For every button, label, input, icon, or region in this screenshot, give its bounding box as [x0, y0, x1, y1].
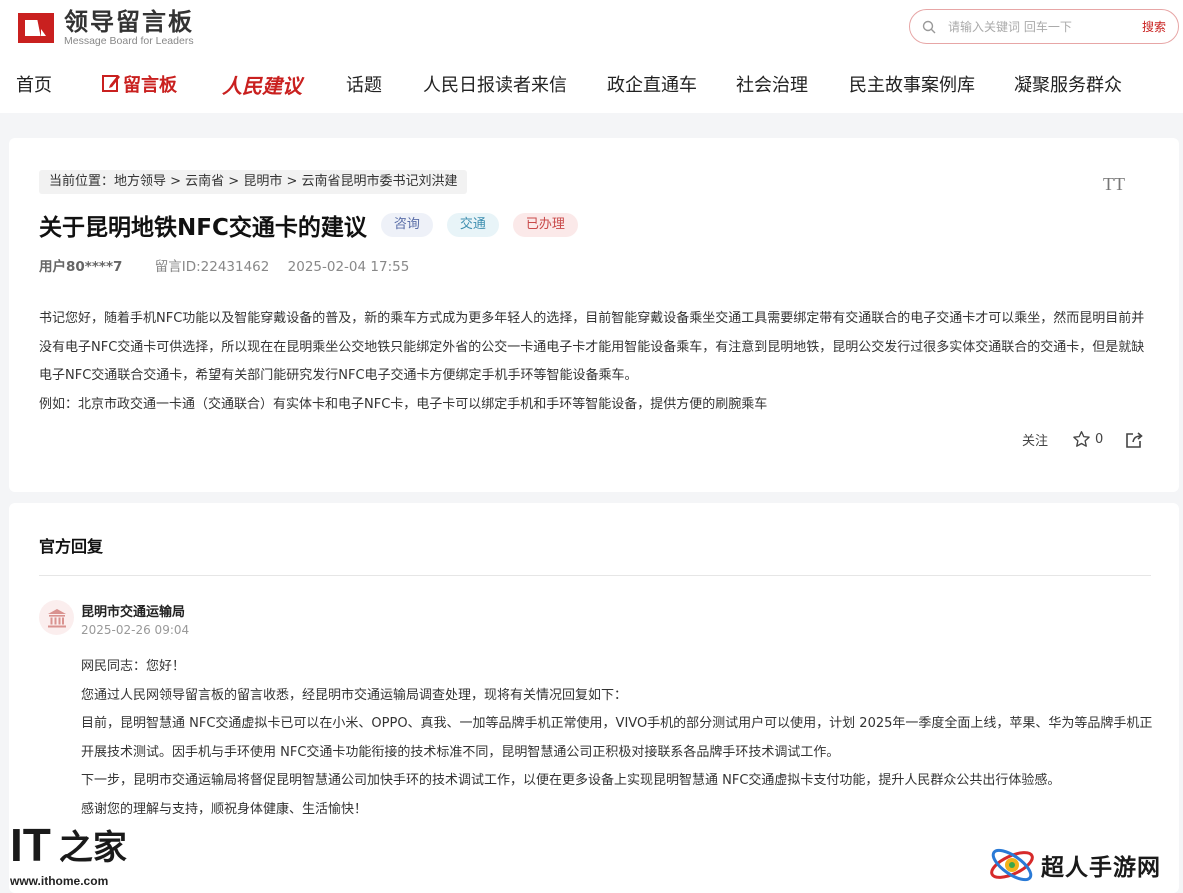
- official-reply-card: 官方回复 昆明市交通运输局 2025-02-26 09:04 网民同志：您好！ …: [9, 503, 1179, 893]
- reply-date: 2025-02-26 09:04: [81, 623, 190, 637]
- nav-item-topics[interactable]: 话题: [346, 66, 382, 106]
- divider: [39, 575, 1151, 576]
- ithome-logo-it: IT: [10, 819, 51, 871]
- nav-item-message-board[interactable]: 留言板: [101, 66, 177, 106]
- status-badge: 已办理: [512, 213, 578, 237]
- government-building-icon: [47, 608, 66, 627]
- reply-department[interactable]: 昆明市交通运输局: [81, 601, 185, 620]
- reply-paragraph: 感谢您的理解与支持，顺祝身体健康、生活愉快！: [81, 801, 368, 817]
- reply-paragraph: 目前，昆明智慧通 NFC交通虚拟卡已可以在小米、OPPO、真我、一加等品牌手机正…: [81, 716, 1153, 760]
- message-actions: 关注 0: [1022, 430, 1144, 449]
- message-datetime: 2025-02-04 17:55: [287, 259, 410, 275]
- nav-item-home[interactable]: 首页: [16, 66, 52, 106]
- reply-heading: 官方回复: [39, 537, 104, 556]
- chaoren-watermark: 超人手游网: [987, 840, 1161, 890]
- message-paragraph: 书记您好，随着手机NFC功能以及智能穿戴设备的普及，新的乘车方式成为更多年轻人的…: [39, 311, 1145, 383]
- message-meta: 用户80****7 留言ID:22431462 2025-02-04 17:55: [39, 255, 409, 275]
- message-id: 留言ID:22431462: [154, 259, 270, 275]
- avatar: [39, 600, 74, 635]
- logo-mark-icon: [16, 9, 56, 47]
- main-nav: 首页 留言板 人民建议 话题 人民日报读者来信 政企直通车 社会治理 民主故事案…: [0, 66, 1183, 106]
- tag-traffic: 交通: [446, 213, 499, 237]
- reply-paragraph: 下一步，昆明市交通运输局将督促昆明智慧通公司加快手环的技术调试工作，以便在更多设…: [81, 773, 1061, 788]
- font-size-button[interactable]: TT: [1103, 174, 1125, 195]
- message-paragraph: 例如：北京市政交通一卡通（交通联合）有实体卡和电子NFC卡，电子卡可以绑定手机和…: [39, 396, 768, 412]
- message-body: 书记您好，随着手机NFC功能以及智能穿戴设备的普及，新的乘车方式成为更多年轻人的…: [39, 305, 1151, 419]
- nav-item-democracy-cases[interactable]: 民主故事案例库: [849, 66, 975, 106]
- chaoren-logo-icon: [990, 848, 1034, 882]
- nav-item-message-board-label: 留言板: [123, 75, 177, 96]
- nav-item-social-governance[interactable]: 社会治理: [736, 66, 808, 106]
- follow-button[interactable]: 关注: [1022, 430, 1048, 449]
- top-header: 领导留言板 Message Board for Leaders 搜索 首页 留言…: [0, 0, 1183, 113]
- breadcrumb[interactable]: 当前位置：地方领导 > 云南省 > 昆明市 > 云南省昆明市委书记刘洪建: [39, 170, 468, 194]
- edit-icon: [102, 75, 120, 92]
- nav-item-business-express[interactable]: 政企直通车: [607, 66, 697, 106]
- reply-paragraph: 您通过人民网领导留言板的留言收悉，经昆明市交通运输局调查处理，现将有关情况回复如…: [81, 687, 628, 703]
- ithome-url: www.ithome.com: [10, 874, 109, 888]
- share-icon[interactable]: [1125, 431, 1144, 449]
- nav-item-people-suggestion[interactable]: 人民建议: [222, 66, 302, 106]
- ithome-watermark: IT 之家 www.ithome.com: [10, 818, 140, 893]
- site-logo[interactable]: 领导留言板 Message Board for Leaders: [16, 9, 194, 47]
- ithome-logo-home: 之家: [58, 828, 127, 868]
- reply-paragraph: 网民同志：您好！: [81, 659, 186, 674]
- tag-consult: 咨询: [380, 213, 433, 237]
- message-title: 关于昆明地铁NFC交通卡的建议: [39, 215, 367, 241]
- logo-subtitle: Message Board for Leaders: [64, 35, 194, 47]
- like-count: 0: [1095, 432, 1104, 447]
- message-card: 当前位置：地方领导 > 云南省 > 昆明市 > 云南省昆明市委书记刘洪建 TT …: [9, 138, 1179, 492]
- nav-item-readers-letters[interactable]: 人民日报读者来信: [423, 66, 567, 106]
- search-box: 搜索: [909, 9, 1179, 44]
- message-user: 用户80****7: [39, 259, 123, 275]
- search-button[interactable]: 搜索: [1142, 18, 1166, 35]
- search-input[interactable]: [948, 19, 1118, 34]
- logo-title: 领导留言板: [64, 8, 194, 36]
- search-icon: [922, 20, 936, 33]
- nav-item-serve-masses[interactable]: 凝聚服务群众: [1014, 66, 1122, 106]
- like-button[interactable]: 0: [1072, 430, 1103, 449]
- star-icon: [1073, 431, 1090, 447]
- chaoren-text: 超人手游网: [1041, 855, 1161, 881]
- reply-body: 网民同志：您好！ 您通过人民网领导留言板的留言收悉，经昆明市交通运输局调查处理，…: [81, 653, 1153, 824]
